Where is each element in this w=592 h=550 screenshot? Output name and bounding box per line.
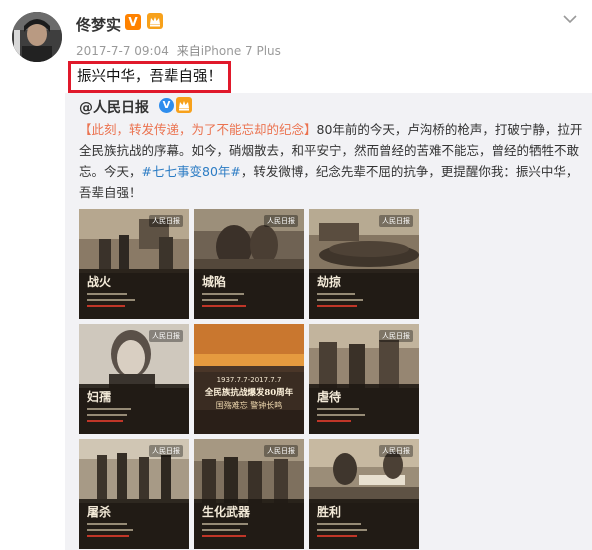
weibo-post-card: 佟梦实 V 2017-7-7 09:04 来自iPhone 7 Plus 振兴中… (0, 0, 592, 550)
logo: 人民日报 (379, 330, 413, 342)
logo: 人民日报 (379, 215, 413, 227)
image-tile[interactable]: 生化武器 人民日报 (194, 439, 304, 549)
username[interactable]: 佟梦实 (76, 14, 121, 35)
image-tile[interactable]: 城陷 人民日报 (194, 209, 304, 319)
post-text: 振兴中华，吾辈自强！ (68, 61, 231, 93)
hashtag-link[interactable]: #七七事变80年# (142, 164, 241, 179)
caption-line (87, 299, 135, 301)
tile-title: 劫掠 (317, 275, 342, 289)
center-date: 1937.7.7-2017.7.7 (216, 376, 282, 384)
center-title: 全民族抗战爆发80周年 (204, 388, 294, 398)
image-tile[interactable]: 劫掠 人民日报 (309, 209, 419, 319)
logo: 人民日报 (264, 215, 298, 227)
center-subtitle: 国殇难忘 警钟长鸣 (215, 401, 283, 410)
caption-line (87, 529, 133, 531)
tile-title: 城陷 (202, 275, 227, 289)
caption-line (202, 293, 244, 295)
caption-line (202, 523, 248, 525)
caption-line (317, 293, 355, 295)
repost-highlight: 【此刻，转发传递，为了不能忘却的纪念】 (79, 122, 317, 137)
caption-red-line (202, 305, 246, 307)
repost-box: @人民日报 V 【此刻，转发传递，为了不能忘却的纪念】80年前的今天，卢沟桥的枪… (65, 93, 592, 550)
logo: 人民日报 (149, 330, 183, 342)
tile-title: 妇孺 (87, 390, 112, 404)
caption-red-line (317, 305, 357, 307)
caption-line (202, 529, 240, 531)
caption-line (87, 414, 127, 416)
image-tile-center[interactable]: 1937.7.7-2017.7.7 全民族抗战爆发80周年 国殇难忘 警钟长鸣 (194, 324, 304, 434)
repost-author[interactable]: @人民日报 (79, 97, 149, 117)
avatar[interactable] (12, 12, 62, 62)
post-source[interactable]: iPhone 7 Plus (201, 44, 281, 58)
image-tile[interactable]: 屠杀 人民日报 (79, 439, 189, 549)
member-crown-icon[interactable] (175, 96, 193, 114)
caption-red-line (202, 535, 246, 537)
caption-line (87, 293, 127, 295)
tile-title: 战火 (87, 275, 112, 289)
caption-line (317, 529, 367, 531)
caption-line (317, 523, 361, 525)
logo: 人民日报 (149, 215, 183, 227)
repost-text: 【此刻，转发传递，为了不能忘却的纪念】80年前的今天，卢沟桥的枪声，打破宁静，拉… (79, 119, 584, 203)
image-tile[interactable]: 虐待 人民日报 (309, 324, 419, 434)
chevron-down-icon[interactable] (560, 12, 580, 28)
caption-line (87, 408, 131, 410)
logo: 人民日报 (149, 445, 183, 457)
image-tile[interactable]: 胜利 人民日报 (309, 439, 419, 549)
caption-line (317, 408, 359, 410)
tile-title: 虐待 (317, 390, 342, 404)
post-time[interactable]: 2017-7-7 09:04 (76, 44, 169, 58)
logo: 人民日报 (264, 445, 298, 457)
tile-title: 生化武器 (202, 505, 251, 519)
logo: 人民日报 (379, 445, 413, 457)
caption-red-line (317, 535, 357, 537)
image-tile[interactable]: 战火 人民日报 (79, 209, 189, 319)
post-meta: 2017-7-7 09:04 来自iPhone 7 Plus (76, 42, 281, 59)
caption-red-line (87, 305, 125, 307)
caption-red-line (87, 535, 129, 537)
source-prefix: 来自 (176, 44, 201, 58)
tile-title: 屠杀 (87, 505, 112, 519)
caption-red-line (87, 420, 123, 422)
image-tile[interactable]: 妇孺 人民日报 (79, 324, 189, 434)
caption-line (202, 299, 238, 301)
caption-line (317, 414, 365, 416)
verified-v-icon: V (125, 14, 141, 30)
caption-line (87, 523, 127, 525)
caption-red-line (317, 420, 351, 422)
member-crown-icon[interactable] (146, 12, 164, 30)
caption-line (317, 299, 363, 301)
tile-title: 胜利 (317, 505, 342, 519)
blue-verified-icon: V (159, 98, 174, 113)
image-grid: 战火 人民日报 城陷 人民日报 劫掠 人民日报 妇孺 人民日报 1937.7.7… (79, 209, 419, 550)
